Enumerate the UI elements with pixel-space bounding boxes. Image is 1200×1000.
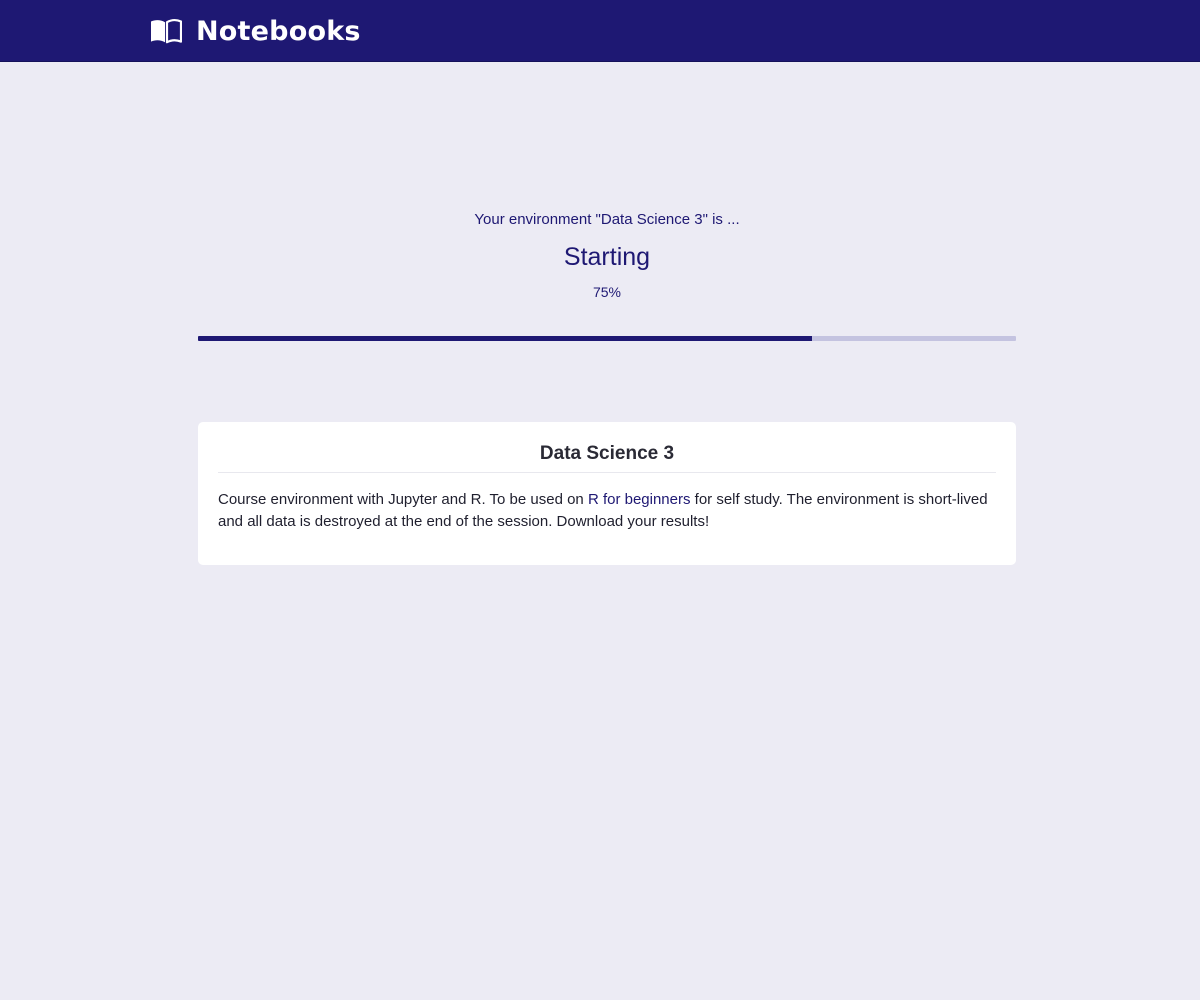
environment-card-title: Data Science 3 [218, 422, 996, 473]
status-intro-text: Your environment "Data Science 3" is ... [474, 211, 740, 228]
environment-card: Data Science 3 Course environment with J… [198, 422, 1016, 565]
status-state-label: Starting [563, 243, 651, 271]
top-navigation-bar: Notebooks [0, 0, 1200, 62]
progress-percent-label: 75% [592, 284, 622, 300]
environment-status: Your environment "Data Science 3" is ...… [198, 210, 1016, 302]
app-title: Notebooks [196, 15, 361, 47]
progress-bar-fill [198, 336, 812, 341]
startup-progress-bar [198, 336, 1016, 341]
environment-description: Course environment with Jupyter and R. T… [218, 489, 996, 533]
home-brand-link[interactable]: Notebooks [150, 0, 361, 62]
course-link[interactable]: R for beginners [588, 491, 691, 508]
open-book-icon [151, 19, 182, 44]
description-text-start: Course environment with Jupyter and R. T… [218, 491, 588, 508]
